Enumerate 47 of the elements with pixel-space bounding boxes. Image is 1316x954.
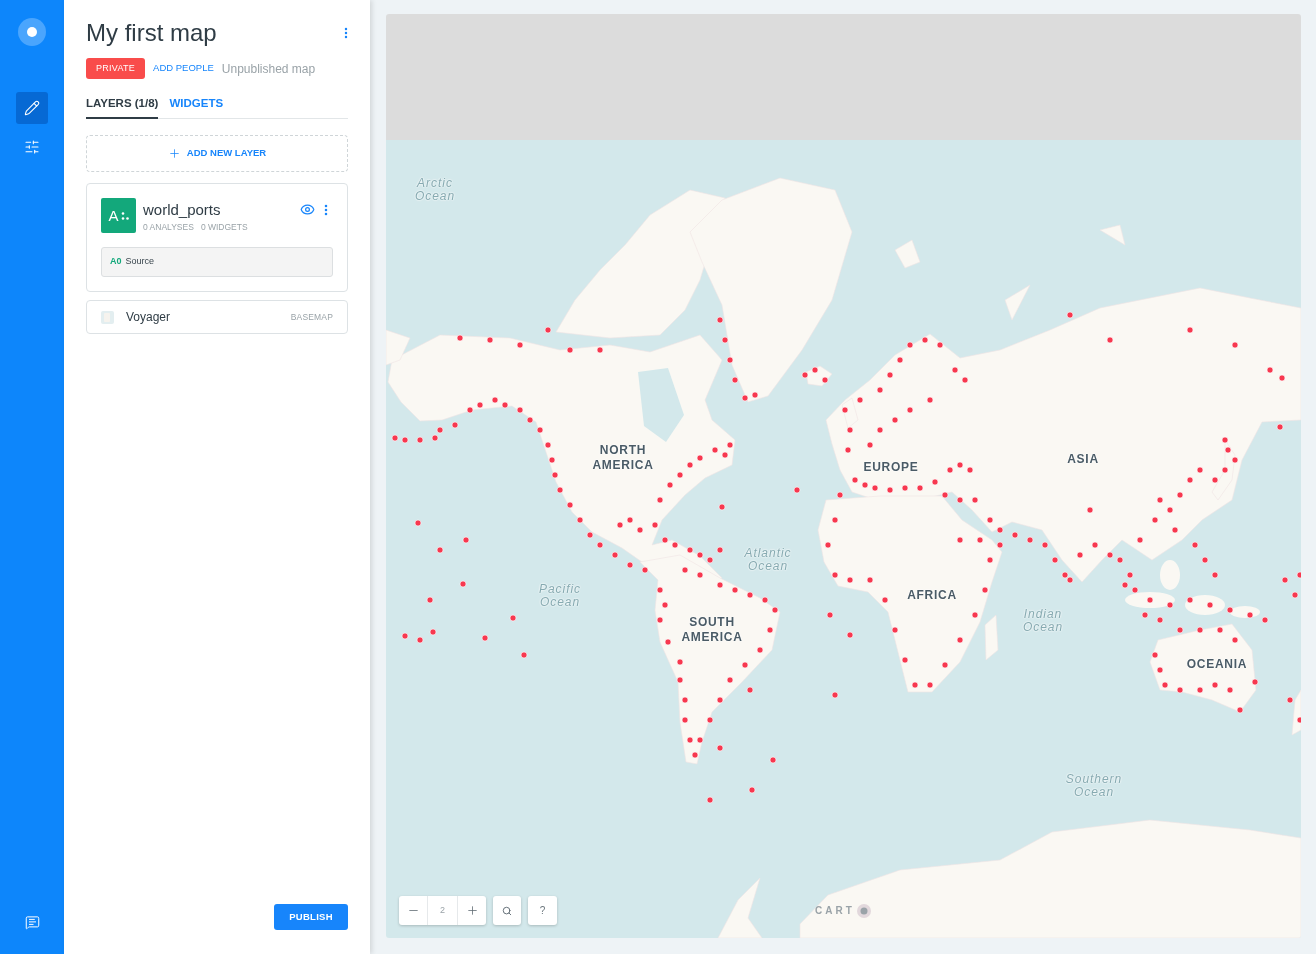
analyses-count: 0 ANALYSES <box>143 222 194 232</box>
ocean-label: Arctic Ocean <box>414 177 456 203</box>
continent-label: ASIA <box>1067 451 1099 467</box>
source-node[interactable]: A0 Source <box>101 247 333 277</box>
source-id: A0 <box>110 255 122 269</box>
add-layer-label: ADD NEW LAYER <box>186 146 267 161</box>
continent-label: OCEANIA <box>1186 656 1248 672</box>
layer-letter: A <box>108 208 119 223</box>
message-icon <box>24 914 40 930</box>
zoom-level: 2 <box>439 903 446 917</box>
basemap-tag: BASEMAP <box>290 310 333 324</box>
panel-tab[interactable]: WIDGETS <box>169 91 224 119</box>
publish-button[interactable]: PUBLISH <box>274 904 348 930</box>
ocean-label: Indian Ocean <box>1022 608 1064 634</box>
plus-icon <box>465 904 479 917</box>
continent-label: SOUTH AMERICA <box>681 615 743 645</box>
publish-status: Unpublished map <box>221 60 316 78</box>
basemap-name: Voyager <box>126 309 171 326</box>
layer-card[interactable]: A world_ports 0 ANALYSES 0 WIDGETS A0 Source <box>86 183 348 292</box>
map-thumbnail-icon <box>101 310 114 324</box>
search-icon <box>502 905 512 916</box>
ocean-label: Atlantic Ocean <box>744 547 792 573</box>
panel-tab[interactable]: LAYERS (1/8) <box>86 91 159 119</box>
edit-button[interactable] <box>16 92 48 124</box>
continent-label: NORTH AMERICA <box>592 443 654 473</box>
sliders-icon <box>24 139 40 155</box>
map-title: My first map <box>86 18 217 48</box>
plus-icon <box>167 147 181 160</box>
search-button[interactable] <box>493 896 521 925</box>
points-icon <box>120 211 129 220</box>
add-layer-button[interactable]: ADD NEW LAYER <box>86 135 348 172</box>
eye-icon[interactable] <box>300 202 315 217</box>
ocean-label: Pacific Ocean <box>538 583 582 609</box>
logo-icon[interactable] <box>18 18 46 46</box>
source-label: Source <box>125 255 155 269</box>
widgets-count: 0 WIDGETS <box>200 222 248 232</box>
ocean-label: Southern Ocean <box>1065 773 1123 799</box>
privacy-badge[interactable]: PRIVATE <box>86 58 146 79</box>
continent-label: AFRICA <box>907 587 957 603</box>
add-people-link[interactable]: ADD PEOPLE <box>153 61 214 76</box>
basemap-card[interactable]: Voyager BASEMAP <box>86 300 348 334</box>
help-button[interactable]: ? <box>528 896 557 925</box>
continent-label: EUROPE <box>863 459 919 475</box>
layer-name: world_ports <box>143 201 222 219</box>
logo-dot-icon <box>856 903 871 918</box>
pencil-icon <box>24 100 40 116</box>
carto-logo-text: CART <box>815 904 855 918</box>
